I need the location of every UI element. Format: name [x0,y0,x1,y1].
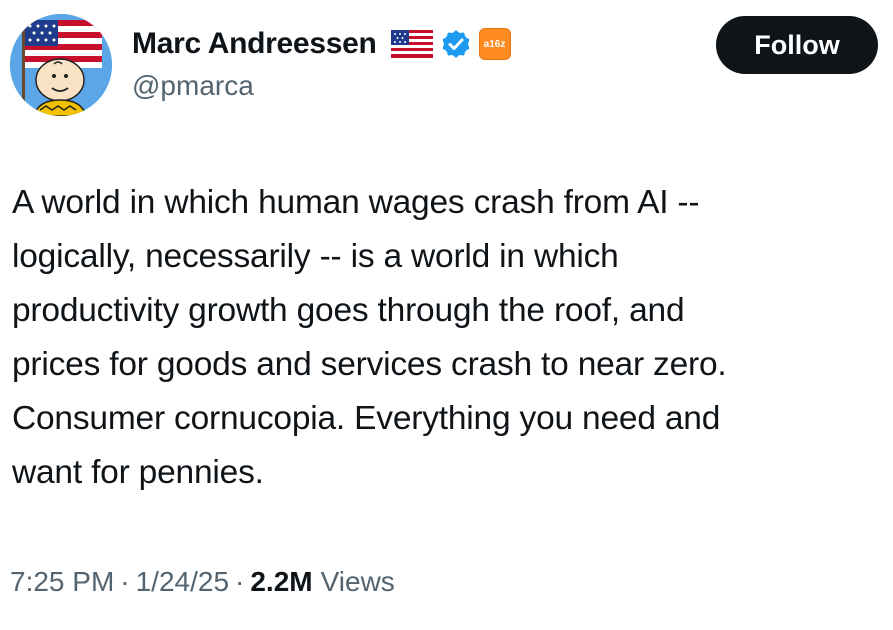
meta-separator: · [235,566,245,597]
tweet-text-line: logically, necessarily -- is a world in … [12,238,619,275]
tweet-text-line: A world in which human wages crash from … [12,184,700,221]
author-name-row: Marc Andreessen a16z [132,24,511,64]
author-display-name[interactable]: Marc Andreessen [132,27,377,61]
tweet-time[interactable]: 7:25 PM [10,566,114,598]
tweet-text: A world in which human wages crash from … [12,176,882,500]
avatar-image [10,14,112,116]
follow-button[interactable]: Follow [716,16,878,74]
tweet-text-line: Consumer cornucopia. Everything you need… [12,400,721,437]
author-handle[interactable]: @pmarca [132,70,254,102]
views-label: Views [320,566,395,597]
tweet-card: Marc Andreessen a16z @pmarca Follow A wo… [0,0,893,630]
tweet-text-line: prices for goods and services crash to n… [12,346,727,383]
tweet-meta: 7:25 PM · 1/24/25 · 2.2M Views [10,566,395,598]
us-flag-icon [390,30,433,58]
tweet-text-line: productivity growth goes through the roo… [12,292,685,329]
views-count: 2.2M [250,566,313,597]
a16z-affiliate-badge[interactable]: a16z [478,28,511,60]
verified-icon[interactable] [441,29,471,59]
affiliate-label: a16z [483,38,506,50]
tweet-date[interactable]: 1/24/25 [136,566,229,598]
avatar[interactable] [10,14,112,116]
meta-separator: · [120,566,130,597]
tweet-text-line: want for pennies. [12,454,264,491]
